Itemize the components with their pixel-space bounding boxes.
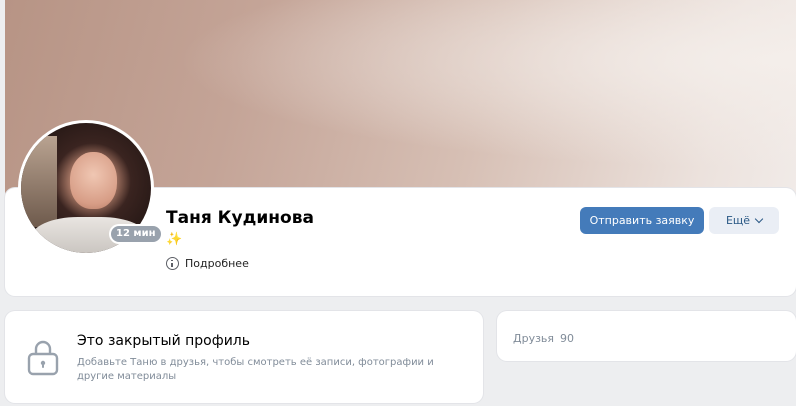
send-friend-request-button[interactable]: Отправить заявку xyxy=(580,207,704,234)
closed-profile-card: Это закрытый профиль Добавьте Таню в дру… xyxy=(5,311,483,403)
closed-profile-title: Это закрытый профиль xyxy=(77,333,250,349)
closed-profile-description: Добавьте Таню в друзья, чтобы смотреть е… xyxy=(77,357,434,382)
status-emoji: ✨ xyxy=(166,232,183,247)
info-icon xyxy=(166,257,179,270)
friends-header: Друзья 90 xyxy=(513,332,574,345)
more-actions-button[interactable]: Ещё xyxy=(709,207,779,234)
chevron-down-icon xyxy=(754,214,764,224)
profile-name: Таня Кудинова xyxy=(166,208,314,228)
online-status-badge: 12 мин xyxy=(111,226,161,242)
more-info-link[interactable]: Подробнее xyxy=(166,257,249,270)
friends-count: 90 xyxy=(560,332,575,345)
lock-icon xyxy=(27,340,59,376)
more-info-label: Подробнее xyxy=(185,257,249,270)
more-actions-label: Ещё xyxy=(725,214,751,227)
friends-label: Друзья xyxy=(513,332,555,345)
friends-card[interactable]: Друзья 90 xyxy=(497,311,796,361)
